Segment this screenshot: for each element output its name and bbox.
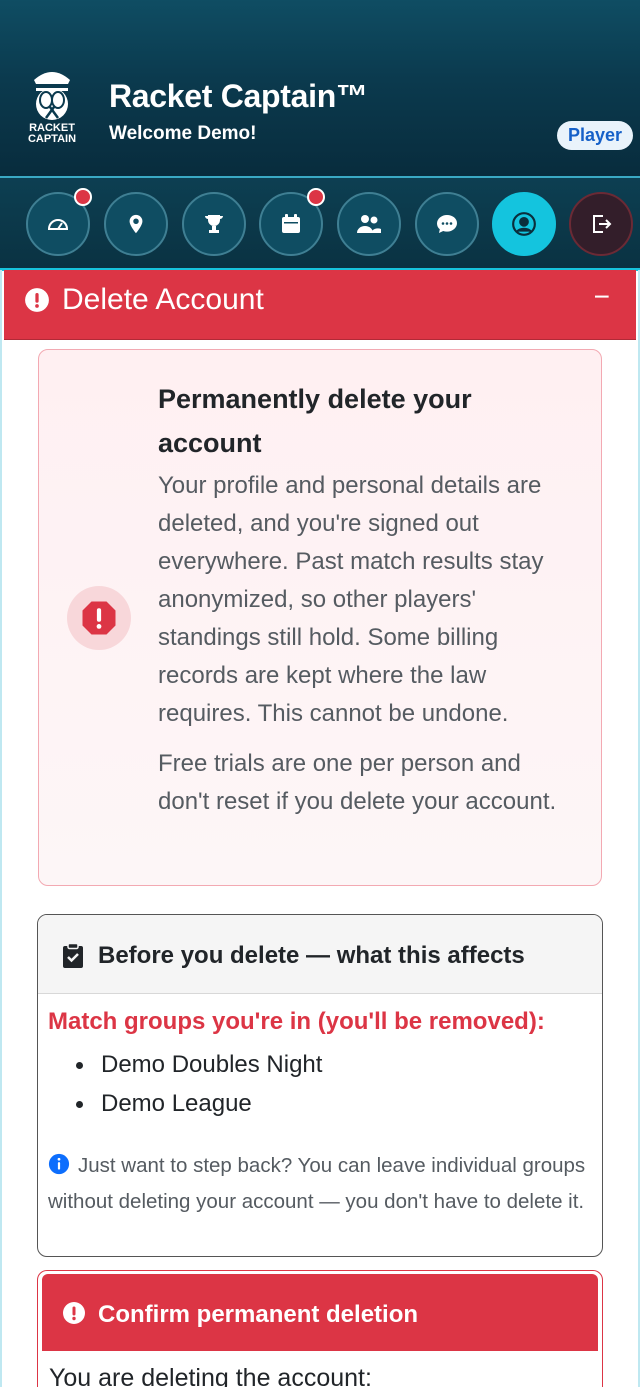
confirm-card: Confirm permanent deletion You are delet… bbox=[37, 1270, 603, 1387]
confirm-title: Confirm permanent deletion bbox=[98, 1301, 419, 1328]
notification-dot bbox=[307, 188, 325, 206]
trial-note: Free trials are one per person and don't… bbox=[158, 750, 557, 815]
list-item: Demo Doubles Night bbox=[72, 1045, 322, 1084]
calendar-icon bbox=[282, 214, 300, 233]
info-note-text: Just want to step back? You can leave in… bbox=[48, 1154, 586, 1213]
dashboard-gauge-icon bbox=[47, 219, 69, 230]
affects-title: Before you delete — what this affects bbox=[98, 942, 525, 969]
role-badge: Player bbox=[556, 121, 633, 150]
nav-profile-button[interactable] bbox=[492, 192, 556, 256]
main-nav bbox=[0, 176, 640, 268]
users-icon bbox=[357, 215, 381, 233]
groups-label: Match groups you're in (you'll be remove… bbox=[48, 1008, 545, 1035]
exclamation-circle-icon bbox=[62, 1301, 86, 1330]
nav-trophy-button[interactable] bbox=[182, 192, 246, 256]
groups-list: Demo Doubles Night Demo League bbox=[72, 1045, 322, 1123]
clipboard-check-icon bbox=[62, 942, 84, 974]
exclamation-circle-icon bbox=[24, 287, 50, 318]
warning-title: Permanently delete your account bbox=[158, 384, 472, 458]
racket-captain-logo[interactable]: RACKET CAPTAIN bbox=[22, 66, 82, 146]
section-title: Delete Account bbox=[62, 283, 264, 316]
nav-dashboard-button[interactable] bbox=[26, 188, 92, 256]
info-circle-icon bbox=[48, 1152, 70, 1185]
list-item: Demo League bbox=[72, 1084, 322, 1123]
app-title: Racket Captain™ bbox=[109, 78, 368, 114]
confirm-header: Confirm permanent deletion bbox=[42, 1274, 598, 1351]
chat-icon bbox=[437, 215, 457, 233]
logout-icon bbox=[593, 215, 612, 233]
location-pin-icon bbox=[129, 214, 143, 234]
warning-card: Permanently delete your account Your pro… bbox=[38, 349, 602, 886]
svg-text:CAPTAIN: CAPTAIN bbox=[28, 133, 76, 145]
trophy-icon bbox=[205, 215, 223, 233]
affects-header: Before you delete — what this affects bbox=[38, 915, 602, 994]
collapse-button[interactable]: − bbox=[594, 281, 610, 313]
info-note: Just want to step back? You can leave in… bbox=[48, 1149, 588, 1218]
nav-calendar-button[interactable] bbox=[259, 188, 325, 256]
nav-chat-button[interactable] bbox=[415, 192, 479, 256]
notification-dot bbox=[74, 188, 92, 206]
user-circle-icon bbox=[512, 212, 536, 236]
nav-logout-button[interactable] bbox=[569, 192, 633, 256]
nav-players-button[interactable] bbox=[337, 192, 401, 256]
warning-body: Your profile and personal details are de… bbox=[158, 472, 544, 727]
exclamation-octagon-icon bbox=[82, 601, 116, 635]
warning-icon-badge bbox=[67, 586, 131, 650]
app-header: RACKET CAPTAIN Racket Captain™ Welcome D… bbox=[0, 0, 640, 176]
confirm-body: You are deleting the account: bbox=[49, 1364, 372, 1387]
nav-locations-button[interactable] bbox=[104, 192, 168, 256]
welcome-text: Welcome Demo! bbox=[109, 123, 257, 144]
delete-account-header[interactable]: Delete Account − bbox=[4, 270, 636, 340]
affects-card: Before you delete — what this affects Ma… bbox=[37, 914, 603, 1257]
